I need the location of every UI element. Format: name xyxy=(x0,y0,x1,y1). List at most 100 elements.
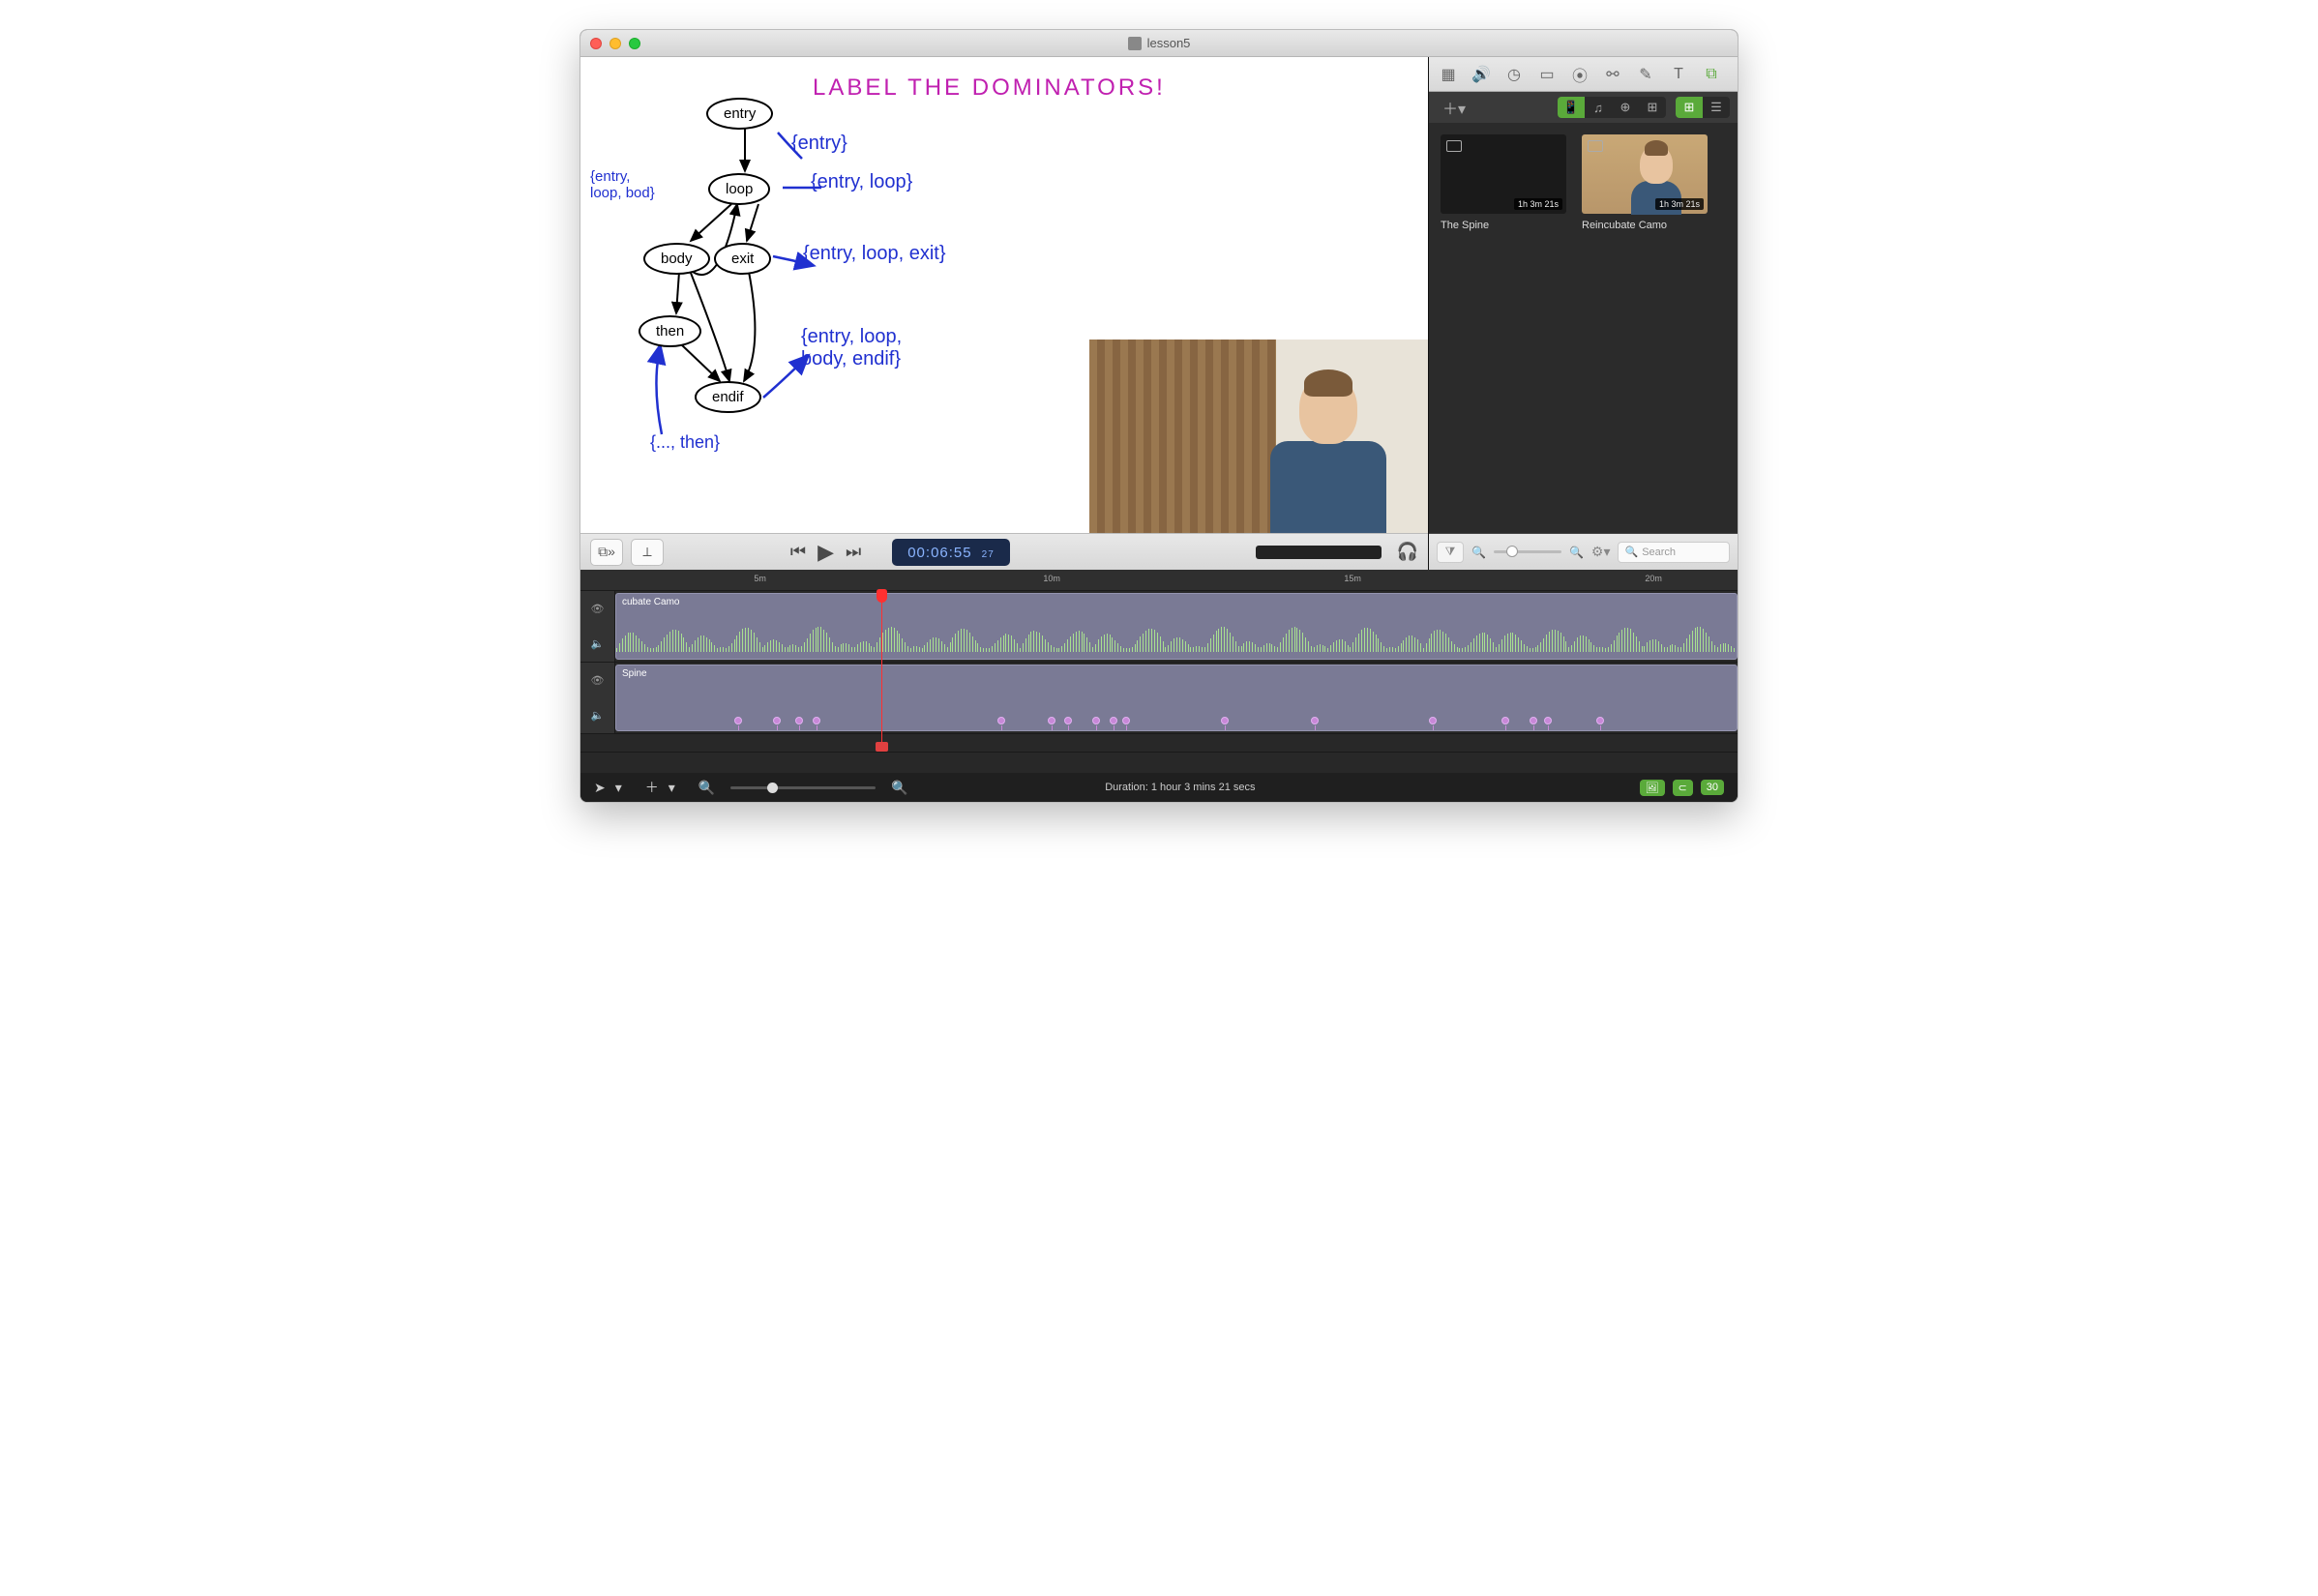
eye-icon[interactable]: 👁 xyxy=(591,674,605,687)
media-item[interactable]: 1h 3m 21s Reincubate Camo xyxy=(1582,134,1708,521)
gear-icon[interactable]: ⚙▾ xyxy=(1591,544,1611,560)
tab-music[interactable]: ♫ xyxy=(1585,97,1612,118)
rewind-button[interactable]: ⏮ xyxy=(790,542,806,562)
whiteboard-heading: Label the dominators! xyxy=(813,74,1166,102)
search-placeholder: Search xyxy=(1642,547,1676,558)
eye-icon[interactable]: 👁 xyxy=(591,603,605,615)
timeline-clip[interactable]: cubate Camo xyxy=(615,593,1738,660)
annot-entry: {entry} xyxy=(791,133,847,155)
timeline-marker[interactable] xyxy=(1530,717,1537,724)
snap-toggle[interactable]: ⊂ xyxy=(1673,780,1693,796)
magnify-in-icon[interactable]: 🔍 xyxy=(1569,546,1584,559)
audio-icon[interactable]: 🔊 xyxy=(1471,65,1491,84)
zoom-out-icon[interactable]: 🔍 xyxy=(698,780,715,796)
timeline-ruler[interactable]: 5m 10m 15m 20m xyxy=(580,570,1738,591)
transport-bar: ⧉» ⟂ ⏮ ▶ ⏭ 00:06:55 27 🎧 xyxy=(580,533,1428,570)
fps-badge[interactable]: 30 xyxy=(1701,780,1724,795)
timeline-marker[interactable] xyxy=(1221,717,1229,724)
zoom-in-icon[interactable]: 🔍 xyxy=(891,780,907,796)
window-title: lesson5 xyxy=(1147,36,1191,50)
media-item[interactable]: 1h 3m 21s The Spine xyxy=(1441,134,1566,521)
timeline-zoom-slider[interactable] xyxy=(730,786,876,789)
timeline-marker[interactable] xyxy=(1429,717,1437,724)
add-media-button[interactable]: ＋▾ xyxy=(1437,96,1471,119)
track-row[interactable]: 👁🔈 Spine xyxy=(580,663,1738,734)
timeline-clip[interactable]: Spine xyxy=(615,665,1738,731)
speaker-icon[interactable]: 🔈 xyxy=(591,709,605,722)
timeline-marker[interactable] xyxy=(773,717,781,724)
track-header[interactable]: 👁🔈 xyxy=(580,663,615,733)
ruler-tick: 10m xyxy=(1043,574,1060,583)
speaker-icon[interactable]: 🔈 xyxy=(591,637,605,650)
display-icon[interactable]: ▭ xyxy=(1537,65,1557,84)
text-icon[interactable]: T xyxy=(1669,65,1688,84)
effects-icon[interactable]: ⧉ xyxy=(1702,65,1721,84)
timeline-marker[interactable] xyxy=(1092,717,1100,724)
record-screen-icon[interactable]: ▦ xyxy=(1439,65,1458,84)
timeline-marker[interactable] xyxy=(813,717,820,724)
layout-button[interactable]: ⧉» xyxy=(590,539,623,566)
sidebar-bottom-bar: ⧩ 🔍 🔍 ⚙▾ 🔍 Search xyxy=(1429,533,1738,570)
timeline-marker[interactable] xyxy=(1501,717,1509,724)
crop-button[interactable]: ⟂ xyxy=(631,539,664,566)
timeline-tracks[interactable]: 👁🔈 cubate Camo 👁🔈 Spine xyxy=(580,591,1738,752)
thumb-zoom-slider[interactable] xyxy=(1494,550,1561,553)
search-icon: 🔍 xyxy=(1624,546,1638,558)
pointer-menu[interactable]: ▾ xyxy=(615,780,622,796)
bottom-bar: ➤ ▾ ＋ ▾ 🔍 🔍 Duration: 1 hour 3 mins 21 s… xyxy=(580,773,1738,802)
timer-icon[interactable]: ◷ xyxy=(1504,65,1524,84)
node-loop: loop xyxy=(708,173,770,205)
tab-web[interactable]: ⊕ xyxy=(1612,97,1639,118)
view-grid-button[interactable]: ⊞ xyxy=(1676,97,1703,118)
timeline-marker[interactable] xyxy=(795,717,803,724)
track-header[interactable]: 👁🔈 xyxy=(580,591,615,662)
annot-then: {..., then} xyxy=(650,432,720,453)
search-input[interactable]: 🔍 Search xyxy=(1618,542,1730,563)
monitor-icon xyxy=(1588,140,1603,152)
picture-in-picture[interactable] xyxy=(1089,340,1428,533)
pointer-tool[interactable]: ➤ xyxy=(594,780,606,796)
tab-mobile[interactable]: 📱 xyxy=(1558,97,1585,118)
media-browser[interactable]: 1h 3m 21s The Spine 1h 3m 21s Reincubate… xyxy=(1429,123,1738,533)
pencil-icon[interactable]: ✎ xyxy=(1636,65,1655,84)
track-row[interactable]: 👁🔈 cubate Camo xyxy=(580,591,1738,663)
window-title-wrap: lesson5 xyxy=(580,36,1738,50)
play-button[interactable]: ▶ xyxy=(817,540,834,565)
timeline-scrollbar[interactable] xyxy=(580,752,1738,773)
node-then: then xyxy=(639,315,701,347)
media-sidebar: ▦ 🔊 ◷ ▭ ⦿ ⚯ ✎ T ⧉ ＋▾ 📱 ♫ ⊕ ⊞ xyxy=(1428,57,1738,570)
monitor-icon xyxy=(1446,140,1462,152)
timecode-display[interactable]: 00:06:55 27 xyxy=(892,539,1010,566)
timeline-marker[interactable] xyxy=(1110,717,1117,724)
magnify-out-icon[interactable]: 🔍 xyxy=(1471,546,1486,559)
playhead[interactable] xyxy=(881,591,882,752)
tab-grid[interactable]: ⊞ xyxy=(1639,97,1666,118)
node-entry: entry xyxy=(706,98,773,130)
sidebar-toolbar: ▦ 🔊 ◷ ▭ ⦿ ⚯ ✎ T ⧉ xyxy=(1429,57,1738,92)
cursor-icon[interactable]: ⦿ xyxy=(1570,65,1590,84)
timeline-marker[interactable] xyxy=(1064,717,1072,724)
timeline-marker[interactable] xyxy=(1544,717,1552,724)
timeline-marker[interactable] xyxy=(1048,717,1055,724)
link-icon[interactable]: ⚯ xyxy=(1603,65,1622,84)
view-list-button[interactable]: ☰ xyxy=(1703,97,1730,118)
add-menu[interactable]: ▾ xyxy=(669,780,675,796)
preview-canvas[interactable]: Label the dominators! xyxy=(580,57,1428,533)
timeline-marker[interactable] xyxy=(1596,717,1604,724)
timeline-marker[interactable] xyxy=(997,717,1005,724)
ruler-tick: 15m xyxy=(1344,574,1361,583)
forward-button[interactable]: ⏭ xyxy=(846,542,861,562)
audio-level-meter xyxy=(1256,546,1382,559)
thumbnail-toggle[interactable]: 🖼 xyxy=(1640,780,1665,796)
annot-endif: {entry, loop, body, endif} xyxy=(801,326,936,370)
headphones-icon[interactable]: 🎧 xyxy=(1397,542,1418,562)
timeline-marker[interactable] xyxy=(734,717,742,724)
annot-loop: {entry, loop} xyxy=(811,171,912,193)
timeline-marker[interactable] xyxy=(1311,717,1319,724)
filter-button[interactable]: ⧩ xyxy=(1437,542,1464,563)
titlebar[interactable]: lesson5 xyxy=(580,30,1738,57)
annot-body-loop: {entry, loop, bod} xyxy=(590,168,658,201)
timeline-marker[interactable] xyxy=(1122,717,1130,724)
add-button[interactable]: ＋ xyxy=(645,778,659,797)
timeline[interactable]: 5m 10m 15m 20m 👁🔈 cubate Camo xyxy=(580,570,1738,773)
